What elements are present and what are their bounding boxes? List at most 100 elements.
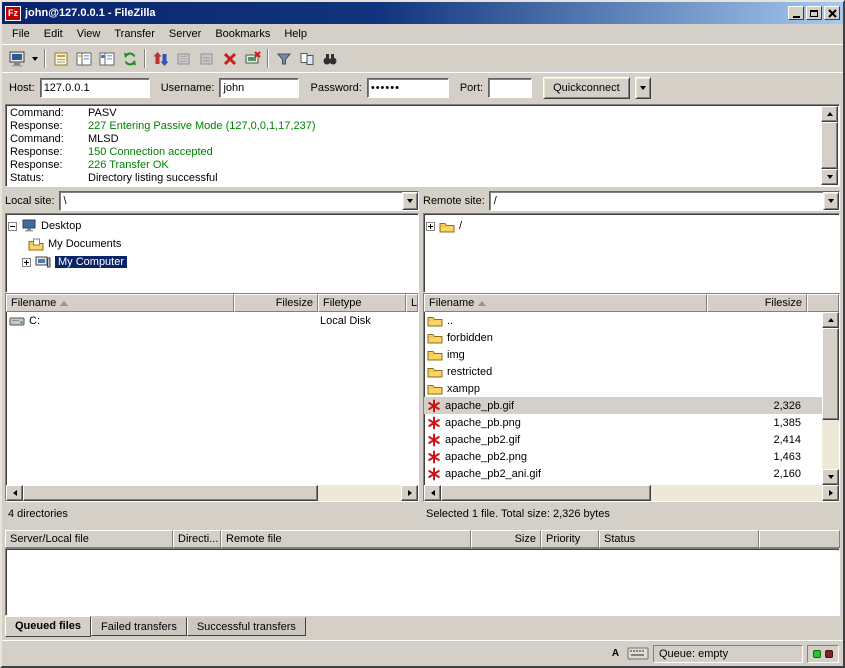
remove-from-queue-button[interactable]: [195, 47, 218, 70]
local-col-filetype[interactable]: Filetype: [318, 294, 406, 312]
computer-icon: [35, 255, 51, 269]
queue-col-server-local-file[interactable]: Server/Local file: [5, 530, 173, 548]
maximize-icon: [810, 10, 818, 17]
scroll-thumb[interactable]: [821, 122, 838, 169]
maximize-button[interactable]: [806, 6, 822, 20]
minimize-button[interactable]: [788, 6, 804, 20]
tree-item-desktop[interactable]: Desktop: [8, 217, 416, 235]
remote-col-filename[interactable]: Filename: [424, 294, 707, 312]
cancel-button[interactable]: [218, 47, 241, 70]
menu-edit[interactable]: Edit: [37, 25, 70, 43]
local-col-filesize[interactable]: Filesize: [234, 294, 318, 312]
menubar: File Edit View Transfer Server Bookmarks…: [2, 24, 843, 44]
tab-failed-transfers[interactable]: Failed transfers: [91, 617, 187, 636]
remote-file-row[interactable]: restricted: [424, 363, 822, 380]
scroll-right-button[interactable]: [401, 485, 418, 501]
expand-toggle[interactable]: [22, 258, 31, 267]
remote-list-hscrollbar[interactable]: [424, 485, 839, 501]
queue-col-direction[interactable]: Directi...: [173, 530, 221, 548]
collapse-toggle[interactable]: [8, 222, 17, 231]
quickconnect-button[interactable]: Quickconnect: [543, 77, 630, 99]
port-input[interactable]: [488, 78, 532, 98]
add-to-queue-button[interactable]: [172, 47, 195, 70]
folder-icon: [427, 382, 443, 395]
remote-file-row[interactable]: forbidden: [424, 329, 822, 346]
host-input[interactable]: [40, 78, 150, 98]
add-to-queue-icon: [176, 51, 192, 67]
remote-col-filesize[interactable]: Filesize: [707, 294, 807, 312]
arrow-right-icon: [408, 490, 412, 496]
arrow-left-icon: [13, 490, 17, 496]
scroll-left-button[interactable]: [424, 485, 441, 501]
disconnect-button[interactable]: [241, 47, 264, 70]
queue-col-status[interactable]: Status: [599, 530, 759, 548]
menu-view[interactable]: View: [70, 25, 108, 43]
local-site-dropdown-button[interactable]: [402, 192, 418, 210]
tree-item-my-computer[interactable]: My Computer: [8, 253, 416, 271]
scroll-down-button[interactable]: [822, 469, 839, 485]
local-col-last-modified[interactable]: L: [406, 294, 418, 312]
local-list-hscrollbar[interactable]: [6, 485, 418, 501]
scroll-thumb[interactable]: [822, 328, 839, 420]
remote-file-rows: .. forbidden img restricted xampp apache…: [424, 312, 822, 485]
queue-col-remote-file[interactable]: Remote file: [221, 530, 471, 548]
password-input[interactable]: [367, 78, 449, 98]
compare-button[interactable]: [295, 47, 318, 70]
tree-item-my-documents[interactable]: My Documents: [8, 235, 416, 253]
remote-list-vscrollbar[interactable]: [822, 312, 839, 485]
menu-file[interactable]: File: [5, 25, 37, 43]
toolbar-separator: [144, 49, 146, 68]
local-site-combobox[interactable]: \: [59, 191, 419, 211]
remote-file-row[interactable]: ..: [424, 312, 822, 329]
site-manager-button[interactable]: [6, 47, 29, 70]
queue-col-size[interactable]: Size: [471, 530, 541, 548]
close-button[interactable]: [824, 6, 840, 20]
scroll-thumb[interactable]: [441, 485, 651, 501]
expand-toggle[interactable]: [426, 222, 435, 231]
remote-site-combobox[interactable]: /: [489, 191, 840, 211]
quickconnect-dropdown-button[interactable]: [635, 77, 651, 99]
remote-file-row[interactable]: apache_pb2_ani.gif2,160: [424, 465, 822, 482]
scroll-right-button[interactable]: [822, 485, 839, 501]
image-file-icon: [427, 450, 441, 464]
menu-bookmarks[interactable]: Bookmarks: [208, 25, 277, 43]
menu-help[interactable]: Help: [277, 25, 314, 43]
scroll-down-button[interactable]: [821, 169, 838, 185]
scroll-up-button[interactable]: [821, 106, 838, 122]
username-label: Username:: [161, 82, 215, 94]
remote-file-row[interactable]: apache_pb2.gif2,414: [424, 431, 822, 448]
filter-button[interactable]: [272, 47, 295, 70]
local-col-filename[interactable]: Filename: [6, 294, 234, 312]
username-input[interactable]: [219, 78, 299, 98]
remote-file-row[interactable]: apache_pb.png1,385: [424, 414, 822, 431]
refresh-button[interactable]: [118, 47, 141, 70]
menu-server[interactable]: Server: [162, 25, 208, 43]
image-file-icon: [427, 433, 441, 447]
find-button[interactable]: [318, 47, 341, 70]
remote-file-row-selected[interactable]: apache_pb.gif2,326: [424, 397, 822, 414]
remote-file-row[interactable]: img: [424, 346, 822, 363]
toggle-message-log-button[interactable]: [49, 47, 72, 70]
remote-file-row[interactable]: xampp: [424, 380, 822, 397]
local-file-row[interactable]: C: Local Disk: [6, 312, 418, 329]
toggle-remote-tree-button[interactable]: [95, 47, 118, 70]
remote-file-row[interactable]: apache_pb2.png1,463: [424, 448, 822, 465]
queue-status: Queue: empty: [653, 645, 803, 663]
site-manager-dropdown-button[interactable]: [29, 47, 41, 70]
message-log: Command:PASV Response:227 Entering Passi…: [5, 104, 840, 187]
scroll-up-button[interactable]: [822, 312, 839, 328]
scroll-thumb[interactable]: [23, 485, 318, 501]
process-queue-button[interactable]: [149, 47, 172, 70]
toggle-local-tree-button[interactable]: [72, 47, 95, 70]
tab-successful-transfers[interactable]: Successful transfers: [187, 617, 306, 636]
log-scrollbar[interactable]: [821, 106, 838, 185]
tree-item-root[interactable]: /: [426, 217, 837, 235]
queue-col-priority[interactable]: Priority: [541, 530, 599, 548]
remote-site-dropdown-button[interactable]: [823, 192, 839, 210]
menu-transfer[interactable]: Transfer: [107, 25, 162, 43]
log-line: Command:MLSD: [10, 133, 819, 146]
scroll-left-button[interactable]: [6, 485, 23, 501]
tab-queued-files[interactable]: Queued files: [5, 616, 91, 637]
desktop-icon: [21, 219, 37, 233]
remove-from-queue-icon: [199, 51, 215, 67]
